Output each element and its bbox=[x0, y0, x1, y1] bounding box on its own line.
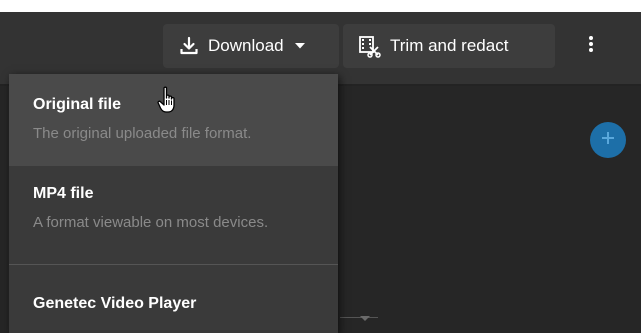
menu-item-title: Genetec Video Player bbox=[33, 295, 197, 312]
menu-item-title: MP4 file bbox=[33, 185, 94, 202]
film-scissors-icon bbox=[357, 34, 381, 58]
menu-item-description: The original uploaded file format. bbox=[33, 125, 252, 142]
more-options-button[interactable] bbox=[576, 30, 606, 62]
download-button-label: Download bbox=[208, 36, 284, 55]
more-vertical-icon bbox=[588, 34, 594, 59]
hand-cursor-icon bbox=[157, 86, 181, 121]
add-button[interactable] bbox=[590, 122, 626, 158]
select-caret-icon[interactable] bbox=[360, 309, 370, 327]
menu-item-description: A format viewable on most devices. bbox=[33, 214, 269, 231]
menu-item-mp4-file[interactable]: MP4 file A format viewable on most devic… bbox=[9, 166, 338, 258]
download-button[interactable]: Download bbox=[163, 24, 339, 68]
menu-item-genetec-video-player[interactable]: Genetec Video Player bbox=[9, 265, 338, 333]
plus-icon bbox=[600, 130, 616, 151]
download-icon bbox=[179, 36, 199, 56]
caret-down-icon bbox=[294, 42, 306, 50]
select-underline[interactable] bbox=[340, 317, 378, 318]
trim-and-redact-label: Trim and redact bbox=[390, 36, 509, 55]
menu-item-title: Original file bbox=[33, 96, 122, 113]
trim-and-redact-button[interactable]: Trim and redact bbox=[343, 24, 555, 68]
